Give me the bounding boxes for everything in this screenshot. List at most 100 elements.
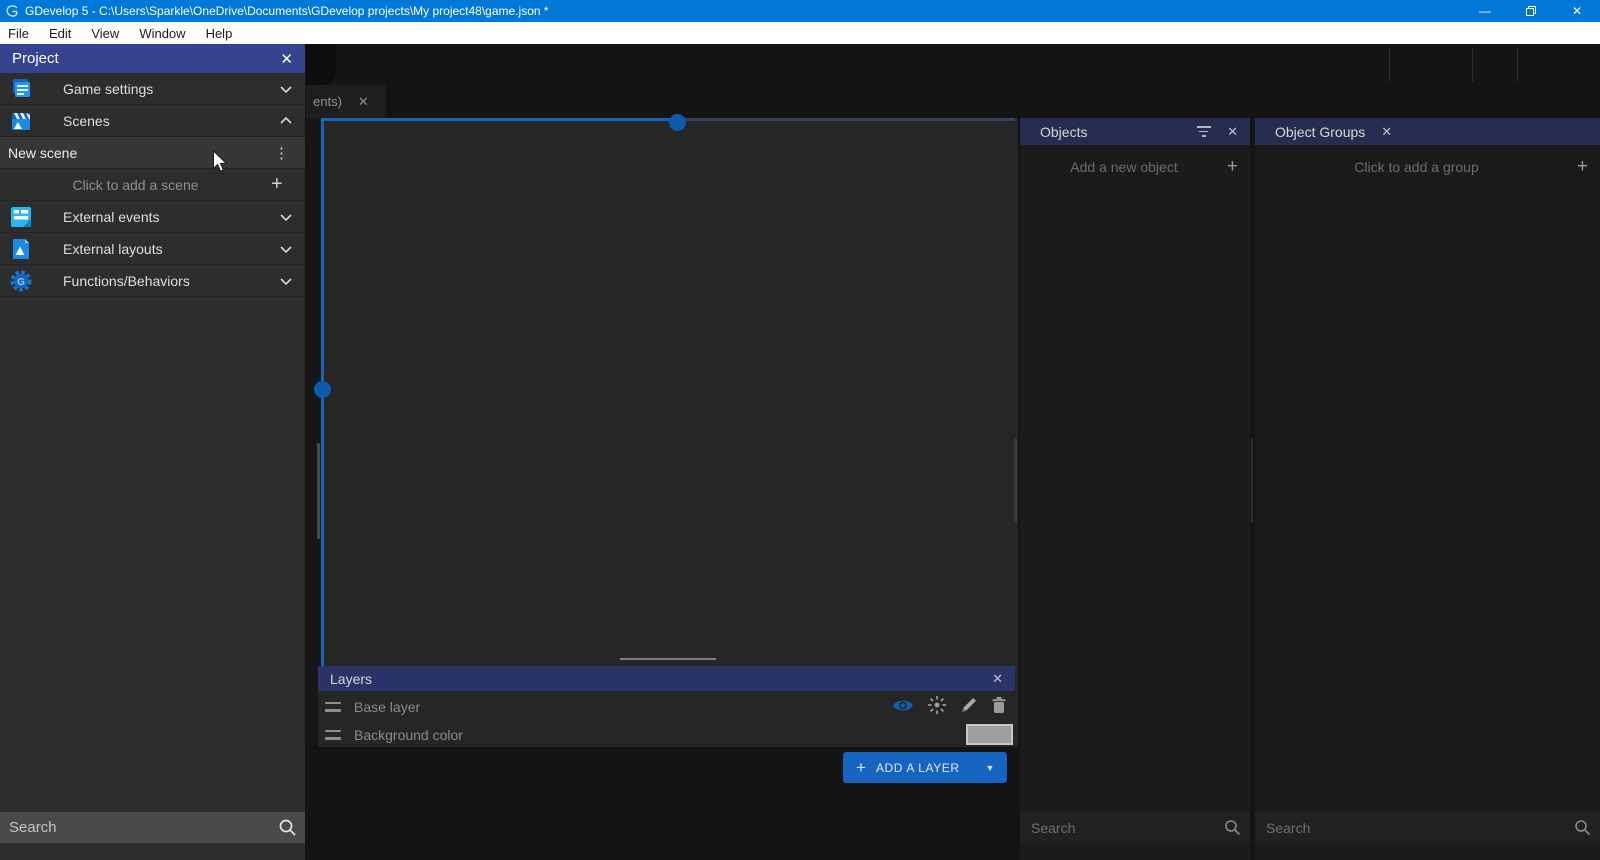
objects-close-icon[interactable]: ✕ [1227, 124, 1238, 140]
search-icon [278, 818, 297, 842]
close-window-button[interactable]: ✕ [1554, 0, 1600, 22]
sidebar-item-label: Scenes [63, 113, 110, 129]
layer-effects-icon[interactable] [927, 695, 947, 718]
edit-layer-pencil-icon[interactable] [960, 696, 978, 717]
toolbar-tab-remnant [306, 44, 336, 85]
add-layer-label: ADD A LAYER [876, 761, 960, 775]
add-scene-row[interactable]: Click to add a scene + [0, 169, 305, 201]
mouse-cursor [212, 150, 230, 179]
object-groups-close-icon[interactable]: ✕ [1381, 124, 1392, 140]
object-groups-panel: Object Groups ✕ Click to add a group + [1255, 118, 1600, 860]
project-search-input[interactable] [0, 812, 305, 843]
objects-panel-header: Objects ✕ [1020, 118, 1250, 145]
filter-icon[interactable] [1196, 126, 1211, 137]
external-layouts-icon [8, 236, 34, 262]
drag-handle-icon[interactable] [325, 702, 341, 712]
menu-file[interactable]: File [0, 22, 39, 44]
tab-scene-events[interactable]: ents) ✕ [306, 85, 386, 118]
kebab-menu-icon[interactable]: ⋮ [274, 144, 289, 162]
add-scene-label: Click to add a scene [0, 177, 271, 193]
delete-layer-trash-icon[interactable] [991, 696, 1007, 717]
objects-search-input[interactable] [1020, 812, 1250, 843]
canvas-top-border-muted [685, 118, 1015, 121]
game-settings-icon [8, 76, 34, 102]
add-group-row[interactable]: Click to add a group + [1255, 151, 1600, 183]
add-group-label: Click to add a group [1267, 159, 1566, 175]
scene-editor-canvas[interactable] [306, 118, 1018, 746]
minimize-button[interactable]: — [1462, 0, 1508, 22]
background-color-swatch[interactable] [966, 724, 1013, 745]
chevron-up-icon [277, 112, 295, 130]
add-object-label: Add a new object [1032, 159, 1216, 175]
layers-panel: Layers ✕ Base layer Background color [318, 666, 1015, 747]
gdevelop-logo-icon [5, 4, 19, 18]
external-events-icon [8, 204, 34, 230]
scenes-icon [8, 108, 34, 134]
functions-behaviors-icon: G [8, 268, 34, 294]
toolbar-separator [1389, 48, 1390, 82]
object-groups-search-input[interactable] [1255, 812, 1600, 843]
plus-icon[interactable]: + [1566, 156, 1588, 178]
tab-label: ents) [313, 94, 342, 109]
sidebar-item-scenes[interactable]: Scenes [0, 105, 305, 137]
menu-help[interactable]: Help [196, 22, 243, 44]
chevron-down-icon: ▼ [986, 763, 995, 773]
drag-handle-icon[interactable] [325, 730, 341, 740]
canvas-left-gutter [306, 118, 321, 746]
search-icon [1224, 819, 1241, 841]
add-layer-dropdown[interactable]: ▼ [973, 752, 1007, 783]
sidebar-item-label: External layouts [63, 241, 163, 257]
object-groups-panel-title: Object Groups [1275, 124, 1365, 140]
project-close-icon[interactable]: ✕ [280, 50, 293, 68]
object-groups-panel-header: Object Groups ✕ [1255, 118, 1600, 145]
sidebar-item-label: Game settings [63, 81, 153, 97]
project-panel: Project ✕ Game settings Scenes New scene… [0, 44, 305, 860]
restore-button[interactable] [1508, 0, 1554, 22]
toolbar-separator [1517, 48, 1518, 82]
scene-name-label: New scene [8, 145, 77, 161]
layer-row-base[interactable]: Base layer [318, 691, 1015, 722]
sidebar-item-label: Functions/Behaviors [63, 273, 190, 289]
vertical-scrollbar-thumb[interactable] [1251, 438, 1253, 523]
plus-icon: + [856, 758, 866, 778]
layer-actions [892, 695, 1015, 718]
scene-item-new-scene[interactable]: New scene ⋮ [0, 137, 305, 169]
tab-close-icon[interactable]: ✕ [358, 94, 369, 110]
menubar: File Edit View Window Help [0, 22, 1600, 44]
menu-edit[interactable]: Edit [39, 22, 81, 44]
chevron-down-icon [277, 240, 295, 258]
selection-handle-left[interactable] [314, 381, 331, 398]
sidebar-item-game-settings[interactable]: Game settings [0, 73, 305, 105]
toolbar-separator [1472, 48, 1473, 82]
chevron-down-icon [277, 80, 295, 98]
sidebar-item-functions-behaviors[interactable]: G Functions/Behaviors [0, 265, 305, 297]
menu-view[interactable]: View [81, 22, 129, 44]
menu-window[interactable]: Window [129, 22, 195, 44]
canvas-selection-top-border [321, 118, 685, 121]
plus-icon[interactable]: + [271, 173, 305, 196]
vertical-scrollbar-thumb[interactable] [317, 443, 320, 539]
layers-close-icon[interactable]: ✕ [992, 671, 1003, 687]
window-title: GDevelop 5 - C:\Users\Sparkle\OneDrive\D… [25, 4, 549, 18]
objects-panel: Objects ✕ Add a new object + [1020, 118, 1250, 860]
layers-panel-resize-handle[interactable] [620, 658, 716, 660]
vertical-scrollbar-thumb[interactable] [1014, 438, 1017, 523]
project-panel-header: Project ✕ [0, 44, 305, 73]
svg-text:G: G [17, 277, 25, 288]
visibility-eye-icon[interactable] [892, 698, 914, 716]
project-search-bar [0, 812, 305, 843]
layers-panel-title: Layers [330, 671, 372, 687]
sidebar-item-external-events[interactable]: External events [0, 201, 305, 233]
selection-handle-top[interactable] [669, 114, 686, 131]
layer-row-background[interactable]: Background color [318, 722, 1015, 747]
object-groups-search-bar [1255, 812, 1600, 843]
sidebar-item-external-layouts[interactable]: External layouts [0, 233, 305, 265]
add-layer-button[interactable]: + ADD A LAYER ▼ [843, 752, 1007, 783]
add-object-row[interactable]: Add a new object + [1020, 151, 1250, 183]
layer-label: Base layer [354, 699, 420, 715]
layer-label: Background color [354, 727, 463, 743]
chevron-down-icon [277, 272, 295, 290]
plus-icon[interactable]: + [1216, 156, 1238, 178]
layers-panel-header: Layers ✕ [318, 666, 1015, 691]
objects-panel-title: Objects [1040, 124, 1087, 140]
